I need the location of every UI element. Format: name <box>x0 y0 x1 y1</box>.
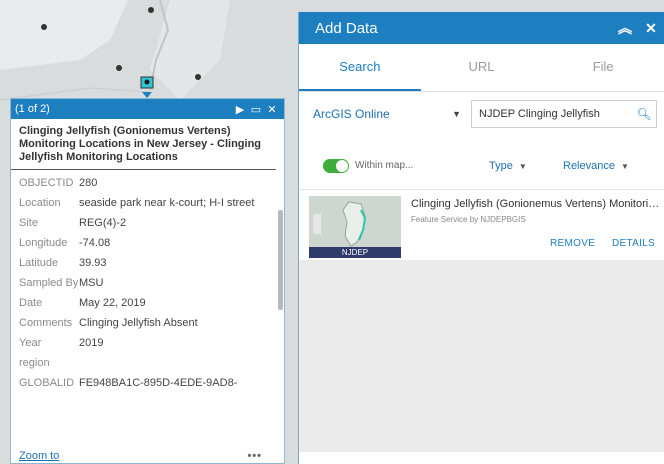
attribute-key: Year <box>19 337 42 349</box>
attribute-row: Location seaside park near k-court; H-I s… <box>11 194 277 214</box>
result-thumbnail[interactable]: NJDEP <box>309 196 401 258</box>
map-point-marker[interactable] <box>195 74 201 80</box>
attribute-key: Sampled By <box>19 277 79 289</box>
source-select[interactable]: ArcGIS Online ▼ <box>313 100 471 128</box>
attribute-key: Date <box>19 297 43 309</box>
attribute-key: Latitude <box>19 257 59 269</box>
remove-button[interactable]: REMOVE <box>550 238 595 249</box>
caret-down-icon: ▼ <box>518 161 527 171</box>
map-point-marker[interactable] <box>41 24 47 30</box>
attribute-value: Clinging Jellyfish Absent <box>79 317 198 329</box>
attribute-row: Comments Clinging Jellyfish Absent <box>11 314 277 334</box>
map-point-marker[interactable] <box>148 7 154 13</box>
search-box: 🔍︎ <box>471 100 657 128</box>
attribute-value: May 22, 2019 <box>79 297 146 309</box>
caret-down-icon: ▼ <box>452 109 461 119</box>
panel-tabs: Search URL File <box>299 44 664 92</box>
relevance-sort-label: Relevance <box>563 159 615 172</box>
relevance-sort-dropdown[interactable]: Relevance ▼ <box>563 160 629 172</box>
attribute-key: GLOBALID <box>19 377 75 389</box>
popup-feature-count: (1 of 2) <box>15 103 50 115</box>
search-row: ArcGIS Online ▼ 🔍︎ <box>299 92 664 136</box>
result-card: NJDEP Clinging Jellyfish (Gonionemus Ver… <box>299 190 664 260</box>
tab-url[interactable]: URL <box>421 44 543 91</box>
popup-scrollbar[interactable] <box>278 210 283 310</box>
attribute-value: -74.08 <box>79 237 111 249</box>
attribute-value: FE948BA1C-895D-4EDE-9AD8- <box>79 377 238 389</box>
panel-header: Add Data ︽ ✕ <box>299 12 664 44</box>
attribute-row: Latitude 39.93 <box>11 254 277 274</box>
panel-title: Add Data <box>315 19 378 37</box>
popup-body: OBJECTID 280 Location seaside park near k-c… <box>11 170 284 463</box>
tab-search[interactable]: Search <box>299 44 421 91</box>
results-list: NJDEP Clinging Jellyfish (Gonionemus Ver… <box>299 190 664 452</box>
add-data-panel: Add Data ︽ ✕ Search URL File ArcGIS Onli… <box>298 12 664 464</box>
attribute-row: Sampled By MSU <box>11 274 277 294</box>
attribute-key: region <box>19 357 50 369</box>
feature-popup: (1 of 2) ▶ ▭ ✕ Clinging Jellyfish (Gonio… <box>10 98 285 464</box>
source-select-label: ArcGIS Online <box>313 107 390 121</box>
close-panel-icon[interactable]: ✕ <box>638 20 664 37</box>
result-title[interactable]: Clinging Jellyfish (Gonionemus Vertens) … <box>411 198 661 210</box>
result-actions: REMOVE DETAILS <box>411 238 657 249</box>
zoom-to-link[interactable]: Zoom to <box>19 450 247 462</box>
attribute-row: Site REG(4)-2 <box>11 214 277 234</box>
collapse-icon[interactable]: ︽ <box>612 18 638 38</box>
more-options-icon[interactable]: ••• <box>247 450 276 462</box>
attribute-value: REG(4)-2 <box>79 217 127 229</box>
search-input[interactable] <box>472 108 632 120</box>
type-filter-dropdown[interactable]: Type ▼ <box>489 160 559 172</box>
result-info: Clinging Jellyfish (Gonionemus Vertens) … <box>401 196 661 260</box>
type-filter-label: Type <box>489 159 513 172</box>
attribute-row: Date May 22, 2019 <box>11 294 277 314</box>
filter-row: Within map... Type ▼ Relevance ▼ <box>299 142 664 190</box>
attribute-key: Longitude <box>19 237 68 249</box>
attribute-value: 2019 <box>79 337 104 349</box>
attribute-key: OBJECTID <box>19 177 74 189</box>
attribute-value <box>79 354 277 374</box>
attribute-row: Year 2019 <box>11 334 277 354</box>
attribute-value: 39.93 <box>79 257 107 269</box>
thumbnail-label: NJDEP <box>309 247 401 258</box>
popup-footer: Zoom to ••• <box>11 449 284 463</box>
attribute-row: region <box>11 354 277 374</box>
attribute-row: Longitude -74.08 <box>11 234 277 254</box>
search-icon[interactable]: 🔍︎ <box>632 107 656 121</box>
popup-title: Clinging Jellyfish (Gonionemus Vertens) … <box>11 119 276 170</box>
attribute-key: Site <box>19 217 38 229</box>
attribute-key: Comments <box>19 317 73 329</box>
map-point-marker[interactable] <box>116 65 122 71</box>
attribute-table: OBJECTID 280 Location seaside park near k-c… <box>11 174 277 394</box>
selected-feature-dot <box>144 79 150 85</box>
attribute-value: 280 <box>79 177 98 189</box>
attribute-row: OBJECTID 280 <box>11 174 277 194</box>
result-subtitle: Feature Service by NJDEPBGIS <box>411 215 526 224</box>
next-feature-icon[interactable]: ▶ <box>232 103 248 116</box>
close-icon[interactable]: ✕ <box>264 103 280 116</box>
caret-down-icon: ▼ <box>620 161 629 171</box>
tab-file[interactable]: File <box>542 44 664 91</box>
attribute-row: GLOBALID FE948BA1C-895D-4EDE-9AD8- <box>11 374 277 394</box>
attribute-value: seaside park near k-court; H-I street <box>79 197 255 209</box>
attribute-value: MSU <box>79 277 104 289</box>
within-map-toggle[interactable] <box>323 158 349 173</box>
maximize-icon[interactable]: ▭ <box>248 103 264 116</box>
details-button[interactable]: DETAILS <box>612 238 655 249</box>
attribute-key: Location <box>19 197 61 209</box>
within-map-label: Within map... <box>355 160 414 171</box>
popup-header: (1 of 2) ▶ ▭ ✕ <box>11 99 284 119</box>
